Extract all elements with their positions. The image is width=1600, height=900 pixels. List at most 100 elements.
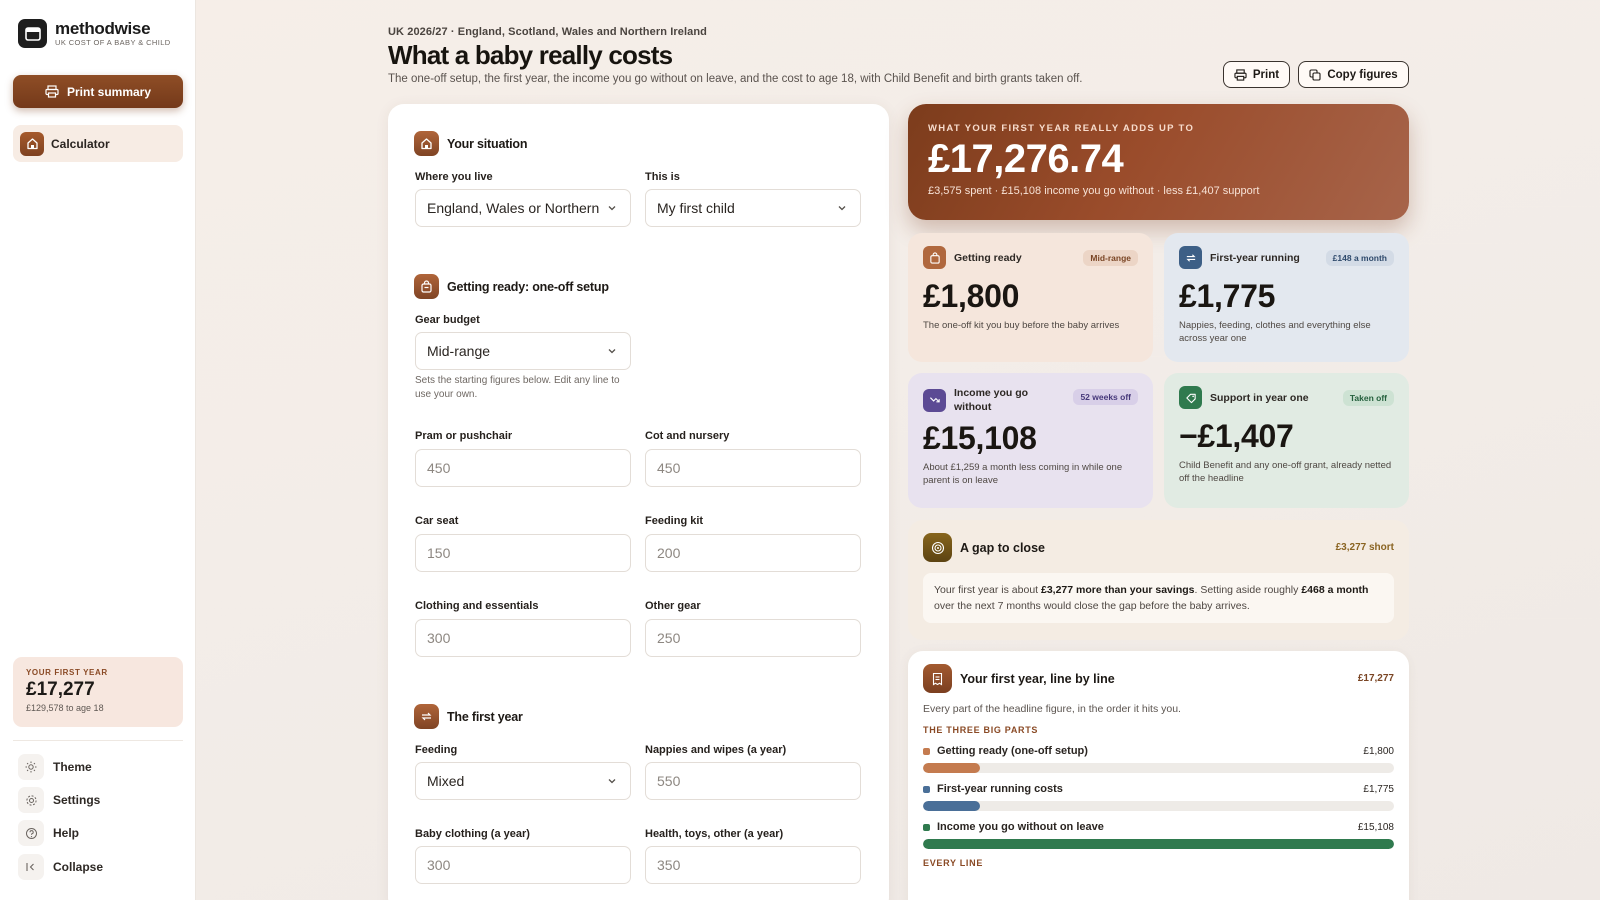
bar-value: £1,800 [1363,745,1394,757]
gear-budget-select[interactable]: Mid-range [415,332,631,370]
header-kicker: UK 2026/27 · England, Scotland, Wales an… [388,26,707,38]
feeding-select-value: Mixed [427,773,465,789]
baby-clothing-input[interactable] [415,846,631,884]
page-title: What a baby really costs [388,40,673,70]
bag-icon [414,274,439,299]
gap-text: over the next 7 months would close the g… [934,600,1250,612]
gap-short-badge: £3,277 short [1335,542,1394,553]
pram-label: Pram or pushchair [415,430,513,442]
gap-message: Your first year is about £3,277 more tha… [923,573,1394,623]
sidebar-item-help[interactable]: Help [18,820,79,846]
line-by-line-card: Your first year, line by line £17,277 Ev… [908,651,1409,900]
tile-badge: Taken off [1342,389,1394,406]
line-by-line-total: £17,277 [1357,673,1394,684]
gap-title: A gap to close [960,540,1045,555]
pram-input[interactable] [415,449,631,487]
sidebar-item-collapse[interactable]: Collapse [18,854,103,880]
sidebar-year-card: YOUR FIRST YEAR £17,277 £129,578 to age … [13,657,183,727]
feeding-kit-label: Feeding kit [645,515,704,527]
feeding-label: Feeding [415,744,458,756]
home-icon [20,131,44,156]
copy-icon [1309,68,1321,81]
tile-income-without: Income you go without 52 weeks off £15,1… [908,373,1153,508]
year-card-kicker: YOUR FIRST YEAR [26,668,108,677]
bar-label: Income you go without on leave [923,821,1104,833]
chevron-down-icon [608,349,616,354]
logo-icon [18,19,47,48]
sidebar-item-theme[interactable]: Theme [18,754,92,780]
tile-support: Support in year one Taken off −£1,407 Ch… [1164,373,1409,508]
gear-icon [18,787,44,813]
bar-track [923,839,1394,849]
health-label: Health, toys, other (a year) [645,828,784,840]
clothing-input[interactable] [415,619,631,657]
section-label-every-line: EVERY LINE [923,858,984,868]
collapse-icon [18,854,44,880]
tile-description: Nappies, feeding, clothes and everything… [1179,320,1371,344]
page-description: The one-off setup, the first year, the i… [388,73,1083,85]
tag-icon [1179,386,1202,409]
bar-track [923,763,1394,773]
bar-label-text: Income you go without on leave [937,821,1104,833]
receipt-icon [923,664,952,693]
feeding-kit-input[interactable] [645,534,861,572]
gear-budget-help: Sets the starting figures below. Edit an… [415,375,620,400]
this-is-select-value: My first child [657,200,735,216]
sidebar-item-label: Calculator [51,136,110,151]
bar-track [923,801,1394,811]
chevron-down-icon [838,206,846,211]
tile-name: Support in year one [1210,391,1309,404]
chevron-down-icon [608,779,616,784]
headline-total-card: WHAT YOUR FIRST YEAR REALLY ADDS UP TO £… [908,104,1409,220]
brand-subtitle: UK COST OF A BABY & CHILD [55,37,171,47]
calculator-form: Your situation Where you live England, W… [388,104,889,900]
sidebar: methodwise UK COST OF A BABY & CHILD Pri… [0,0,196,900]
this-is-select[interactable]: My first child [645,189,861,227]
year-card-value: £17,277 [26,679,95,700]
gear-budget-value: Mid-range [427,343,491,359]
cot-input[interactable] [645,449,861,487]
health-input[interactable] [645,846,861,884]
year-card-sub: £129,578 to age 18 [26,703,104,713]
gap-monthly: £468 a month [1301,584,1369,596]
legend-swatch [923,747,930,755]
bar-fill [923,839,1394,849]
copy-figures-button[interactable]: Copy figures [1298,61,1409,88]
section-situation-header: Your situation [414,131,528,156]
bar-fill [923,801,980,811]
help-icon [18,820,44,846]
legend-swatch [923,823,930,831]
print-button[interactable]: Print [1223,61,1290,88]
copy-figures-label: Copy figures [1327,68,1398,81]
bar-value: £15,108 [1357,821,1394,833]
gap-text: Your first year is about [934,584,1041,596]
print-summary-button[interactable]: Print summary [13,75,183,108]
other-gear-input[interactable] [645,619,861,657]
tile-getting-ready: Getting ready Mid-range £1,800 The one-o… [908,233,1153,362]
car-seat-label: Car seat [415,515,459,527]
tile-amount: £1,775 [1179,278,1276,314]
headline-value: £17,276.74 [928,137,1124,181]
section-getting-ready-header: Getting ready: one-off setup [414,274,609,299]
bar-value: £1,775 [1363,783,1394,795]
tile-amount: £1,800 [923,278,1020,314]
sidebar-item-label: Collapse [53,860,104,874]
sidebar-item-settings[interactable]: Settings [18,787,100,813]
clothing-label: Clothing and essentials [415,600,539,612]
nappies-input[interactable] [645,762,861,800]
bar-row: Income you go without on leave £15,108 [923,821,1394,849]
tile-amount: £15,108 [923,420,1037,456]
where-select[interactable]: England, Wales or Northern Ireland [415,189,631,227]
tile-name: First-year running [1210,251,1300,264]
gear-budget-label: Gear budget [415,314,480,326]
tile-name: Income you go without [954,387,1029,413]
cot-label: Cot and nursery [645,430,730,442]
car-seat-input[interactable] [415,534,631,572]
feeding-select[interactable]: Mixed [415,762,631,800]
home-icon [414,131,439,156]
sidebar-item-calculator[interactable]: Calculator [13,125,183,162]
brand[interactable]: methodwise UK COST OF A BABY & CHILD [18,19,171,48]
gap-amount: £3,277 more than your savings [1041,584,1195,596]
headline-kicker: WHAT YOUR FIRST YEAR REALLY ADDS UP TO [928,123,1195,134]
sun-icon [18,754,44,780]
